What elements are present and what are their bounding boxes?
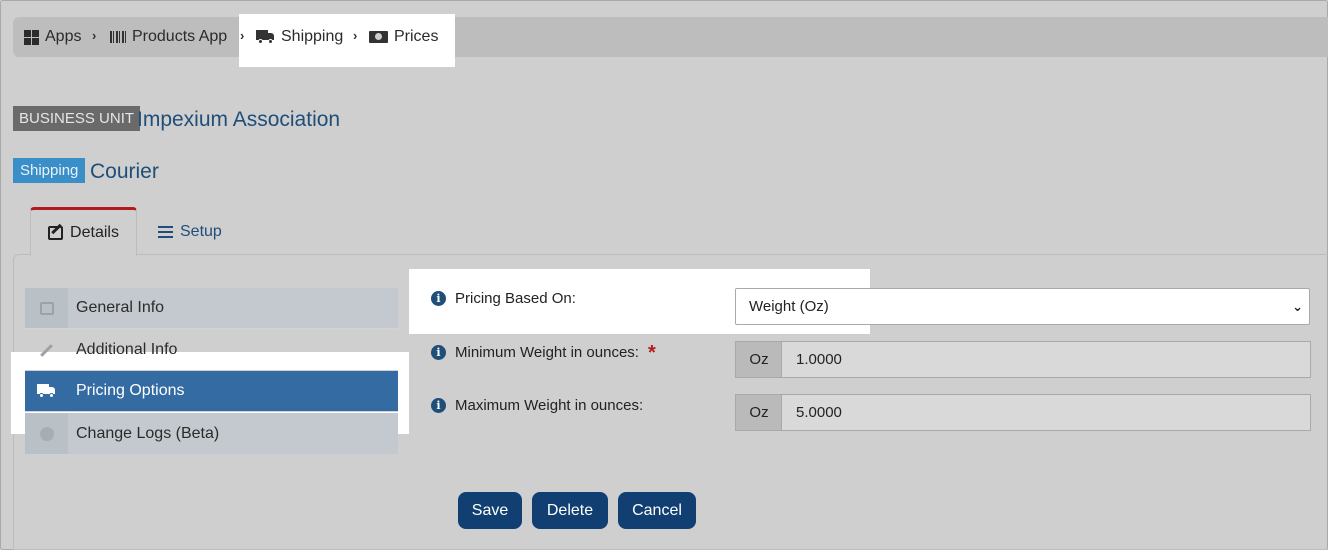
pricing-based-on-select[interactable]: Weight (Oz) ⌄ [735, 288, 1310, 325]
sidebar-item-label: Change Logs (Beta) [76, 424, 220, 442]
apps-grid-icon [24, 29, 39, 45]
edit-icon [48, 226, 64, 240]
required-marker: * [647, 341, 656, 364]
tab-details[interactable]: Details [30, 207, 137, 256]
sidebar-item-label: Pricing Options [76, 382, 185, 399]
cancel-button[interactable]: Cancel [618, 492, 696, 529]
chevron-right-icon: › [240, 28, 245, 43]
business-unit-name: Impexium Association [137, 108, 341, 131]
chevron-right-icon: › [353, 28, 358, 43]
save-button[interactable]: Save [458, 492, 522, 529]
sidebar-item-change-logs[interactable]: Change Logs (Beta) [25, 413, 398, 454]
truck-icon [256, 30, 275, 44]
tab-label: Setup [180, 223, 222, 240]
min-weight-label: i Minimum Weight in ounces: * [431, 341, 656, 364]
sidebar-item-label: General Info [76, 299, 165, 316]
min-weight-input[interactable]: 1.0000 [781, 341, 1311, 378]
breadcrumb-label: Shipping [281, 28, 344, 45]
truck-icon [37, 384, 56, 398]
sidebar-item-general-info[interactable]: General Info [25, 288, 398, 329]
shipping-name: Courier [90, 160, 159, 183]
breadcrumb-item-shipping[interactable]: Shipping [256, 28, 343, 46]
select-value: Weight (Oz) [749, 298, 829, 315]
edit-icon [39, 301, 54, 315]
info-icon: i [431, 345, 446, 360]
field-label: Maximum Weight in ounces: [455, 397, 644, 414]
breadcrumb-label: Prices [394, 28, 439, 45]
pricing-based-on-label: i Pricing Based On: [431, 290, 576, 307]
breadcrumb-item-apps[interactable]: Apps [24, 28, 81, 46]
max-weight-input[interactable]: 5.0000 [781, 394, 1311, 431]
tab-setup[interactable]: Setup [158, 223, 222, 241]
min-weight-unit: Oz [735, 341, 782, 378]
max-weight-unit: Oz [735, 394, 782, 431]
nav-highlight-top [11, 352, 409, 371]
breadcrumb-item-prices[interactable]: Prices [369, 28, 438, 46]
list-icon [158, 226, 173, 238]
field-label: Pricing Based On: [455, 290, 576, 307]
chevron-down-icon: ⌄ [1292, 299, 1303, 314]
breadcrumb-label: Apps [45, 28, 82, 45]
field-label: Minimum Weight in ounces: [455, 344, 639, 361]
circle-icon [39, 426, 54, 441]
breadcrumb-label: Products App [132, 28, 228, 45]
business-unit-badge: BUSINESS UNIT [13, 106, 141, 131]
sidebar-item-pricing-options[interactable]: Pricing Options [25, 371, 398, 412]
breadcrumb-item-products-app[interactable]: Products App [110, 28, 227, 46]
info-icon: i [431, 291, 446, 306]
delete-button[interactable]: Delete [532, 492, 608, 529]
info-icon: i [431, 398, 446, 413]
max-weight-label: i Maximum Weight in ounces: [431, 397, 643, 414]
barcode-icon [110, 31, 126, 43]
shipping-badge: Shipping [13, 158, 86, 183]
chevron-right-icon: › [92, 28, 97, 43]
tab-label: Details [70, 224, 119, 241]
money-icon [369, 31, 388, 43]
